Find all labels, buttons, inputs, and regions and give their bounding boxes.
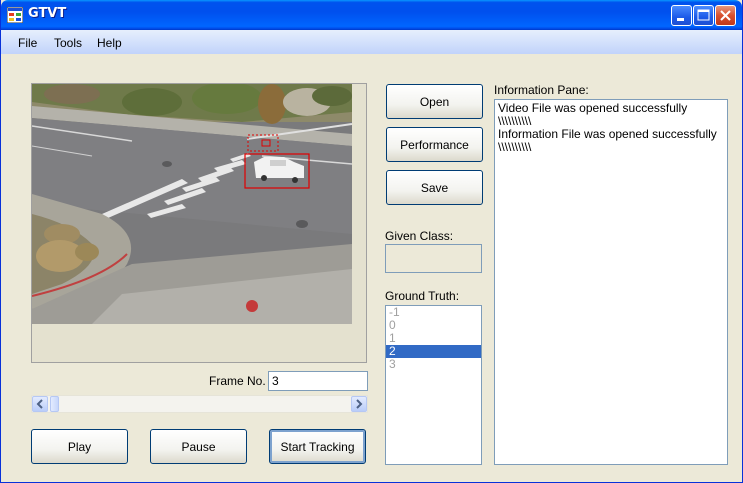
- app-icon: [7, 7, 23, 23]
- ground-truth-list[interactable]: -1 0 1 2 3: [385, 305, 482, 465]
- info-line: Video File was opened successfully: [498, 101, 688, 115]
- list-item[interactable]: 3: [386, 358, 481, 371]
- list-item[interactable]: -1: [386, 306, 481, 319]
- title-bar[interactable]: GTVT: [1, 0, 742, 30]
- maximize-button[interactable]: [693, 5, 714, 26]
- menu-tools[interactable]: Tools: [54, 36, 82, 50]
- list-item[interactable]: 1: [386, 332, 481, 345]
- list-item[interactable]: 0: [386, 319, 481, 332]
- performance-button[interactable]: Performance: [386, 127, 483, 162]
- info-line: Information File was opened successfully: [498, 127, 717, 141]
- given-class-field: [385, 244, 482, 273]
- video-display: [31, 83, 367, 363]
- info-pane[interactable]: Video File was opened successfully \\\\\…: [494, 99, 728, 465]
- info-pane-label: Information Pane:: [494, 83, 589, 97]
- frame-number-input[interactable]: 3: [268, 371, 368, 391]
- frame-number-label: Frame No.: [209, 374, 266, 388]
- menu-bar: File Tools Help: [1, 30, 742, 54]
- scroll-right-button[interactable]: [351, 396, 367, 412]
- scroll-left-button[interactable]: [32, 396, 48, 412]
- chevron-right-icon: [356, 399, 363, 409]
- pause-button[interactable]: Pause: [150, 429, 247, 464]
- video-frame-image: [32, 84, 352, 324]
- save-button[interactable]: Save: [386, 170, 483, 205]
- play-button[interactable]: Play: [31, 429, 128, 464]
- scroll-thumb[interactable]: [50, 396, 59, 412]
- info-line: \\\\\\\\\\: [498, 140, 532, 154]
- ground-truth-label: Ground Truth:: [385, 289, 460, 303]
- close-icon: [720, 10, 731, 21]
- maximize-icon: [697, 9, 710, 21]
- menu-help[interactable]: Help: [97, 36, 122, 50]
- menu-file[interactable]: File: [18, 36, 37, 50]
- frame-scrollbar[interactable]: [31, 395, 368, 413]
- given-class-label: Given Class:: [385, 229, 454, 243]
- close-button[interactable]: [715, 5, 736, 26]
- app-window: GTVT File Tools Help Frame No. 3 Play Pa…: [0, 0, 743, 483]
- minimize-button[interactable]: [671, 5, 692, 26]
- start-tracking-button[interactable]: Start Tracking: [269, 429, 366, 464]
- minimize-icon: [677, 18, 684, 21]
- window-title: GTVT: [28, 6, 67, 21]
- chevron-left-icon: [36, 399, 43, 409]
- open-button[interactable]: Open: [386, 84, 483, 119]
- list-item-selected[interactable]: 2: [386, 345, 481, 358]
